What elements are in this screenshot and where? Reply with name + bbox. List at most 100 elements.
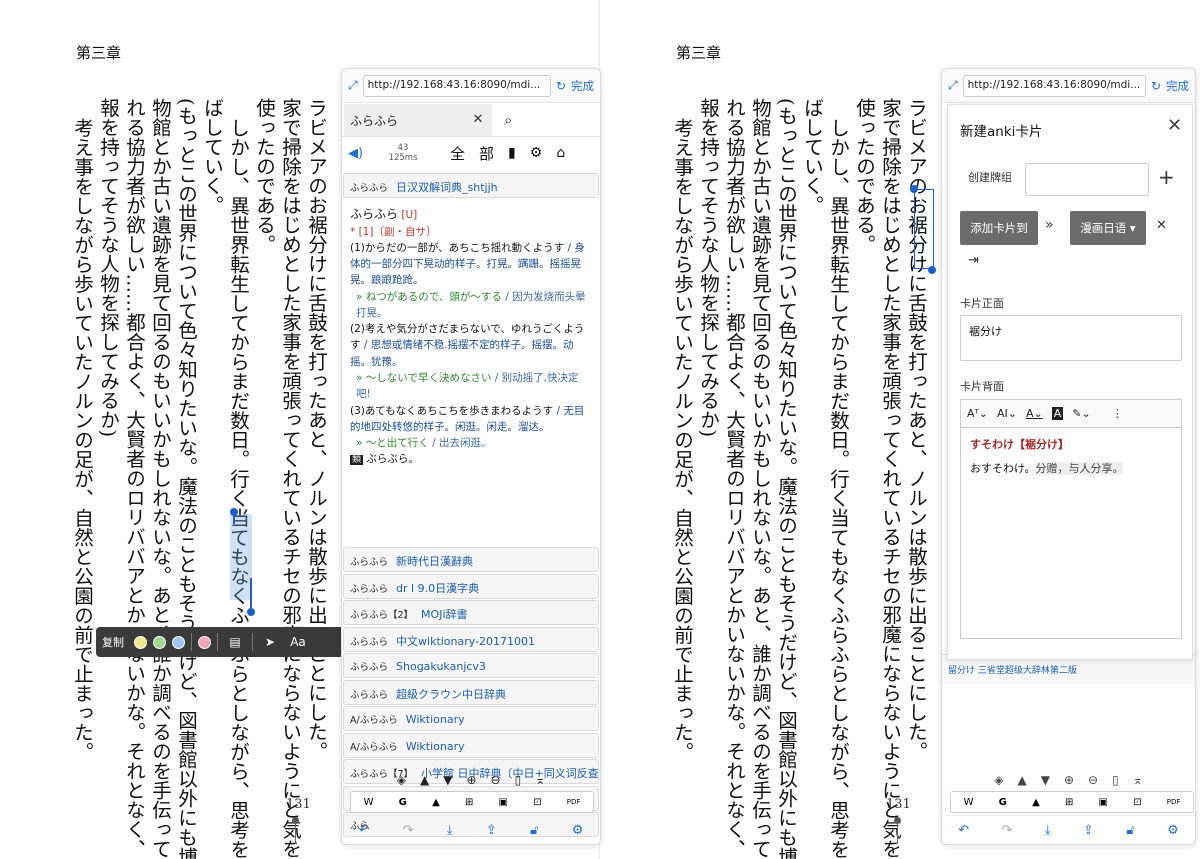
highlight-green-button[interactable] xyxy=(153,635,166,649)
copy-button[interactable]: 复制 xyxy=(102,634,124,650)
image-icon[interactable]: ▣ xyxy=(1099,797,1108,808)
collapse-icon[interactable]: ⌅ xyxy=(1133,773,1143,787)
share-icon[interactable]: ⇪ xyxy=(486,823,497,838)
graduation-icon[interactable]: ▲ xyxy=(432,797,440,808)
dictionary-entry-header[interactable]: ふらふら Shogakukanjcv3 xyxy=(343,653,599,678)
deck-select[interactable]: 漫画日语 ▾ xyxy=(1070,211,1146,245)
page-slider-knob[interactable] xyxy=(292,817,299,824)
zoom-out-icon[interactable]: ⊖ xyxy=(1088,773,1098,787)
google-icon[interactable]: G xyxy=(999,797,1007,808)
dictionary-entry-header[interactable]: ふらふら 超級クラウン中日辞典 xyxy=(343,679,599,705)
deck-name-input[interactable] xyxy=(1025,163,1149,196)
dictionary-entry-header[interactable]: A/ふらふら Wiktionary xyxy=(343,706,599,731)
url-field[interactable]: http://192.168.43.16:8090/mdi... xyxy=(962,74,1146,97)
wikipedia-icon[interactable]: W xyxy=(964,797,974,808)
layers-icon[interactable]: ◈ xyxy=(397,773,406,787)
graduation-icon[interactable]: ▲ xyxy=(1032,797,1040,808)
background-color-icon[interactable]: A xyxy=(1051,407,1064,420)
undo-icon[interactable]: ↶ xyxy=(958,823,969,838)
dictionary-entry-header[interactable]: ふらふら dr l 9.0日漢字典 xyxy=(343,573,599,599)
dictionary-icon[interactable]: Aa xyxy=(287,631,309,653)
highlight-blue-button[interactable] xyxy=(172,635,185,649)
dictionary-entry-header[interactable]: ふらふら【2】 MOJi辞書 xyxy=(343,600,599,625)
section-button[interactable]: 部 xyxy=(479,143,494,164)
image-icon[interactable]: ▣ xyxy=(499,797,508,808)
grid-icon[interactable]: ⊞ xyxy=(465,797,473,808)
page-slider-track[interactable] xyxy=(897,824,898,844)
close-icon[interactable]: ✕ xyxy=(1167,115,1182,136)
lock-icon[interactable]: 🔓︎ xyxy=(1126,823,1134,838)
share-icon[interactable]: ⇪ xyxy=(1083,823,1094,838)
bookmark-icon[interactable]: ▮ xyxy=(508,145,516,161)
settings-icon[interactable]: ⚙ xyxy=(572,823,584,838)
lock-icon[interactable]: 🔓︎ xyxy=(530,823,538,838)
done-button[interactable]: 完成 xyxy=(571,78,594,94)
text-column: ばしていく。 xyxy=(200,98,224,215)
up-arrow-icon[interactable]: ▲ xyxy=(420,773,429,787)
collapse-icon[interactable]: ⌅ xyxy=(535,773,545,787)
download-icon[interactable]: ⤓ xyxy=(447,823,453,838)
layers-icon[interactable]: ◈ xyxy=(994,773,1003,787)
zoom-in-icon[interactable]: ⊕ xyxy=(466,773,476,787)
note-icon[interactable]: ▤ xyxy=(224,631,246,653)
wikipedia-icon[interactable]: W xyxy=(364,797,374,808)
selection-end-handle[interactable] xyxy=(250,578,252,610)
text-color-icon[interactable]: A⌄ xyxy=(1026,407,1043,420)
pdf-icon[interactable]: PDF xyxy=(567,798,581,806)
login-icon[interactable]: ⇥ xyxy=(968,253,979,268)
clipboard-icon[interactable]: ▯ xyxy=(1112,773,1119,787)
font-style-icon[interactable]: AI⌄ xyxy=(997,407,1017,420)
up-arrow-icon[interactable]: ▲ xyxy=(1017,773,1026,787)
font-size-icon[interactable]: Aᵀ⌄ xyxy=(967,407,988,420)
page-slider-knob[interactable] xyxy=(894,817,901,824)
clipboard-icon[interactable]: ▯ xyxy=(515,773,522,787)
done-button[interactable]: 完成 xyxy=(1166,78,1189,94)
expand-icon[interactable]: ⤢ xyxy=(948,78,958,93)
highlight-yellow-button[interactable] xyxy=(134,635,147,649)
grid-icon[interactable]: ⊞ xyxy=(1065,797,1073,808)
gear-icon[interactable]: ⚙ xyxy=(530,145,543,161)
cursor-icon[interactable]: ➤ xyxy=(259,631,281,653)
speaker-icon[interactable]: ◀) xyxy=(348,146,378,161)
dictionary-entry-header[interactable]: ふらふら 中文wiktionary-20171001 xyxy=(343,626,599,652)
google-icon[interactable]: G xyxy=(399,797,407,808)
more-icon[interactable]: ⋮ xyxy=(1112,407,1123,420)
redo-icon[interactable]: ↷ xyxy=(403,823,414,838)
all-button[interactable]: 全 xyxy=(450,143,465,164)
highlighter-icon[interactable]: ✎⌄ xyxy=(1072,407,1090,420)
translate-icon[interactable]: ⊡ xyxy=(533,797,541,808)
front-field[interactable]: 裾分け xyxy=(960,315,1182,361)
undo-icon[interactable]: ↶ xyxy=(359,823,370,838)
expand-icon[interactable]: ⤢ xyxy=(348,78,358,93)
down-arrow-icon[interactable]: ▼ xyxy=(1041,773,1050,787)
selection-end-knob[interactable] xyxy=(247,608,255,616)
add-deck-icon[interactable]: + xyxy=(1158,165,1175,189)
clear-deck-icon[interactable]: ✕ xyxy=(1156,218,1167,233)
selection-start-knob[interactable] xyxy=(910,185,918,193)
down-arrow-icon[interactable]: ▼ xyxy=(443,773,452,787)
redo-icon[interactable]: ↷ xyxy=(1002,823,1013,838)
reload-icon[interactable]: ↻ xyxy=(1151,79,1161,93)
search-icon[interactable]: ⌕ xyxy=(504,111,512,129)
dictionary-entry-header[interactable]: A/ふらふら Wiktionary xyxy=(343,732,599,758)
dictionary-entry-header[interactable]: ふらふら 新時代日漢辭典 xyxy=(343,547,599,572)
url-field[interactable]: http://192.168.43.16:8090/mdi... xyxy=(362,74,551,97)
download-icon[interactable]: ⤓ xyxy=(1045,823,1051,838)
highlight-pink-button[interactable] xyxy=(198,635,211,649)
zoom-in-icon[interactable]: ⊕ xyxy=(1064,773,1074,787)
selection-start-knob[interactable] xyxy=(230,508,238,516)
reload-icon[interactable]: ↻ xyxy=(556,79,566,93)
page-number: 131 xyxy=(286,797,311,812)
page-slider-track[interactable] xyxy=(295,824,296,844)
selection-end-knob[interactable] xyxy=(928,266,936,274)
settings-icon[interactable]: ⚙ xyxy=(1167,823,1179,838)
entry-header[interactable]: ふらふら 日汉双解词典_shtjjh xyxy=(343,173,599,198)
add-card-button[interactable]: 添加卡片到 xyxy=(960,211,1038,245)
clear-search-button[interactable]: ✕ xyxy=(464,103,492,136)
home-icon[interactable]: ⌂ xyxy=(556,145,565,161)
zoom-out-icon[interactable]: ⊖ xyxy=(491,773,501,787)
pdf-icon[interactable]: PDF xyxy=(1167,798,1181,806)
back-editor[interactable]: すそわけ【裾分け】 おすそわけ。分赠，与人分享。 xyxy=(960,427,1182,639)
search-input[interactable]: ふらふら xyxy=(344,103,464,136)
translate-icon[interactable]: ⊡ xyxy=(1133,797,1141,808)
